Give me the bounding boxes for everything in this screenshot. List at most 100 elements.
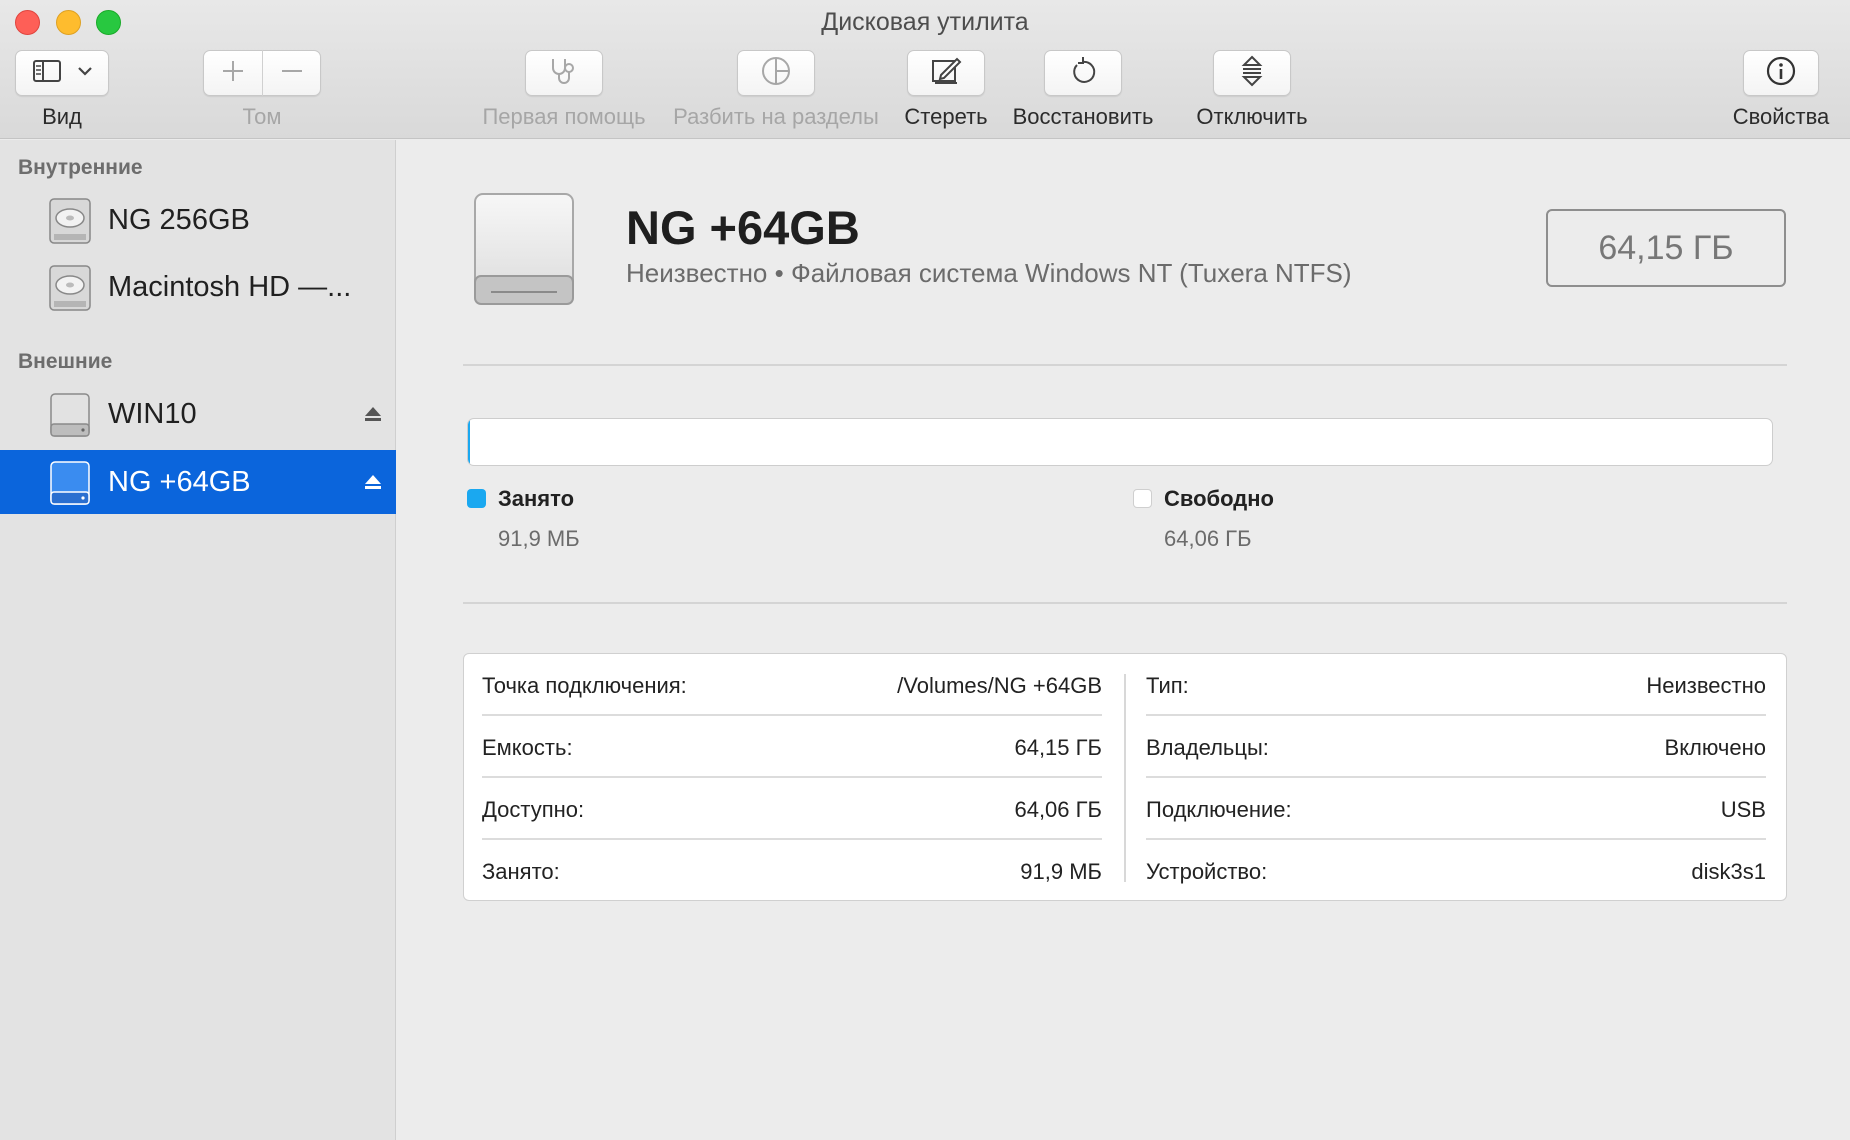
info-key: Подключение:	[1146, 797, 1292, 822]
unmount-button[interactable]	[1213, 50, 1291, 96]
info-key: Владельцы:	[1146, 735, 1269, 760]
info-tool: Свойства	[1728, 50, 1834, 130]
info-value: Неизвестно	[1646, 673, 1766, 698]
usage-bar	[467, 418, 1773, 466]
pie-chart-icon	[760, 55, 792, 92]
volume-name: NG +64GB	[626, 201, 860, 254]
free-value: 64,06 ГБ	[1164, 526, 1252, 551]
add-volume-button[interactable]	[204, 50, 262, 96]
info-value: disk3s1	[1691, 859, 1766, 884]
legend-used: Занято 91,9 МБ	[467, 486, 867, 566]
usage-bar-used-fill	[468, 419, 470, 465]
erase-button[interactable]	[907, 50, 985, 96]
external-drive-icon	[46, 390, 94, 440]
info-row-capacity: Емкость: 64,15 ГБ	[482, 716, 1102, 778]
unmount-icon	[1239, 55, 1265, 92]
info-key: Занято:	[482, 859, 560, 884]
view-button[interactable]	[15, 50, 109, 96]
disk-utility-window: Дисковая утилита Вид Том Первая помощь Р…	[0, 0, 1850, 1140]
volume-subtitle: Неизвестно • Файловая система Windows NT…	[626, 258, 1352, 288]
chevron-down-icon	[77, 64, 93, 82]
info-label: Свойства	[1732, 104, 1830, 129]
plus-icon	[221, 59, 245, 88]
sidebar: Внутренние NG 256GB Macintosh HD —... Вн…	[0, 140, 396, 1140]
partition-tool: Разбить на разделы	[666, 50, 886, 130]
info-row-device: Устройство: disk3s1	[1146, 840, 1766, 902]
sidebar-item-macintosh-hd[interactable]: Macintosh HD —...	[0, 255, 396, 319]
toolbar: Дисковая утилита Вид Том Первая помощь Р…	[0, 0, 1850, 139]
info-row-available: Доступно: 64,06 ГБ	[482, 778, 1102, 840]
erase-tool: Стереть	[896, 50, 996, 130]
free-swatch	[1133, 489, 1152, 508]
unmount-label: Отключить	[1196, 104, 1308, 129]
internal-disk-icon	[46, 263, 94, 313]
info-row-connection: Подключение: USB	[1146, 778, 1766, 840]
info-value: 91,9 МБ	[1020, 859, 1102, 884]
info-icon	[1765, 55, 1797, 92]
restore-arrow-icon	[1068, 56, 1098, 91]
volume-detail-pane: NG +64GB Неизвестно • Файловая система W…	[397, 140, 1850, 1140]
free-label: Свободно	[1164, 486, 1274, 511]
sidebar-item-ng-256gb[interactable]: NG 256GB	[0, 188, 396, 252]
info-column-left: Точка подключения: /Volumes/NG +64GB Емк…	[482, 654, 1102, 902]
info-value: Включено	[1664, 735, 1766, 760]
sidebar-item-label: WIN10	[108, 397, 197, 430]
unmount-tool: Отключить	[1192, 50, 1312, 130]
external-drive-icon	[46, 458, 94, 508]
info-button[interactable]	[1743, 50, 1819, 96]
info-row-owners: Владельцы: Включено	[1146, 716, 1766, 778]
external-section-header: Внешние	[18, 350, 113, 373]
sidebar-icon	[32, 59, 62, 88]
view-tool: Вид	[15, 50, 109, 130]
sidebar-item-label: NG 256GB	[108, 203, 250, 236]
info-row-used: Занято: 91,9 МБ	[482, 840, 1102, 902]
info-column-right: Тип: Неизвестно Владельцы: Включено Подк…	[1146, 654, 1766, 902]
first-aid-tool: Первая помощь	[476, 50, 652, 130]
info-column-divider	[1124, 674, 1126, 882]
info-row-type: Тип: Неизвестно	[1146, 654, 1766, 716]
info-key: Тип:	[1146, 673, 1189, 698]
info-value: 64,15 ГБ	[1014, 735, 1102, 760]
volume-tool: Том	[203, 50, 321, 130]
divider	[463, 364, 1787, 366]
restore-button[interactable]	[1044, 50, 1122, 96]
used-label: Занято	[498, 486, 575, 511]
erase-label: Стереть	[904, 104, 988, 129]
sidebar-item-label: Macintosh HD —...	[108, 270, 352, 303]
minus-icon	[280, 59, 304, 88]
erase-pencil-icon	[929, 55, 963, 92]
legend-free: Свободно 64,06 ГБ	[1133, 486, 1533, 566]
partition-label: Разбить на разделы	[673, 104, 879, 129]
volume-segmented-control	[203, 50, 321, 96]
info-key: Устройство:	[1146, 859, 1268, 884]
eject-icon[interactable]	[363, 472, 383, 492]
info-value: USB	[1720, 797, 1766, 822]
volume-info-table: Точка подключения: /Volumes/NG +64GB Емк…	[463, 653, 1787, 901]
first-aid-button[interactable]	[525, 50, 603, 96]
eject-icon[interactable]	[363, 404, 383, 424]
sidebar-item-win10[interactable]: WIN10	[0, 382, 396, 446]
remove-volume-button[interactable]	[262, 50, 320, 96]
restore-tool: Восстановить	[1008, 50, 1158, 130]
sidebar-item-label: NG +64GB	[108, 465, 251, 498]
info-key: Доступно:	[482, 797, 585, 822]
external-drive-large-icon	[469, 190, 579, 312]
info-key: Емкость:	[482, 735, 573, 760]
divider	[463, 602, 1787, 604]
capacity-badge: 64,15 ГБ	[1546, 209, 1786, 287]
volume-label: Том	[242, 104, 282, 129]
used-value: 91,9 МБ	[498, 526, 580, 551]
partition-button[interactable]	[737, 50, 815, 96]
info-row-mount-point: Точка подключения: /Volumes/NG +64GB	[482, 654, 1102, 716]
first-aid-label: Первая помощь	[482, 104, 646, 129]
internal-disk-icon	[46, 196, 94, 246]
restore-label: Восстановить	[1012, 104, 1154, 129]
info-value: 64,06 ГБ	[1014, 797, 1102, 822]
used-swatch	[467, 489, 486, 508]
sidebar-item-ng-64gb[interactable]: NG +64GB	[0, 450, 396, 514]
info-key: Точка подключения:	[482, 673, 687, 698]
internal-section-header: Внутренние	[18, 156, 143, 179]
window-title: Дисковая утилита	[821, 8, 1029, 36]
view-label: Вид	[42, 104, 82, 129]
info-value: /Volumes/NG +64GB	[897, 673, 1102, 698]
